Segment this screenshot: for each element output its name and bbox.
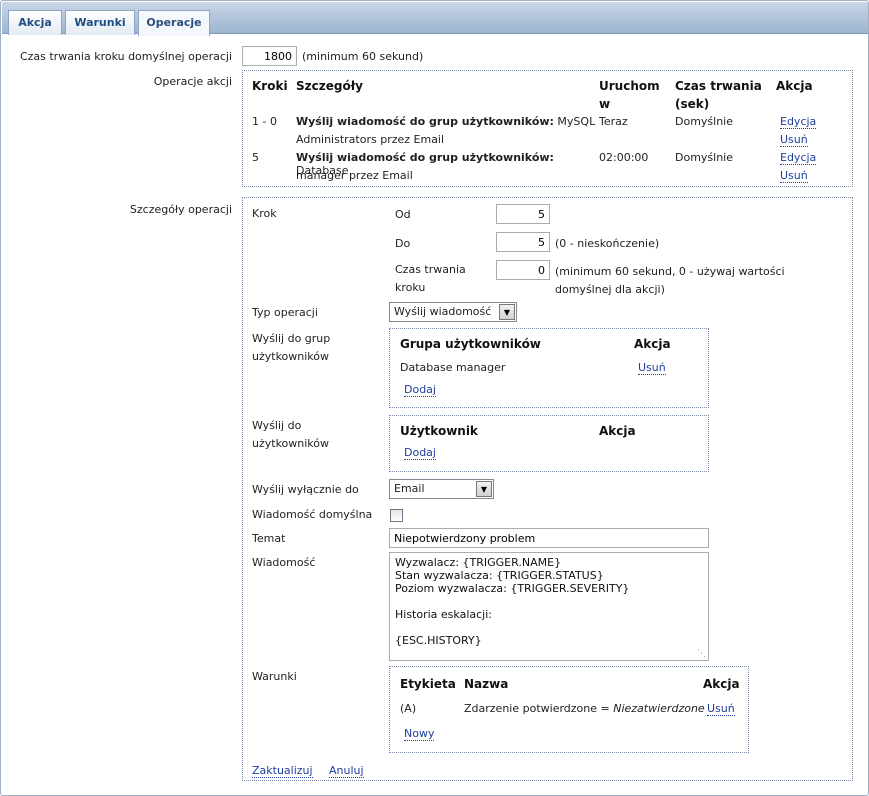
tab-bar: Akcja Warunki Operacje: [2, 2, 868, 36]
step-duration-label: Czas trwania: [395, 263, 466, 276]
cond-row-tag: (A): [400, 702, 417, 715]
col-duration-header: Czas trwania: [675, 79, 762, 93]
tab-warunki[interactable]: Warunki: [65, 10, 135, 35]
op-type-value: Wyślij wiadomość: [394, 305, 492, 318]
col-duration-header-2: (sek): [675, 97, 710, 111]
default-step-label: Czas trwania kroku domyślnej operacji: [19, 50, 232, 63]
cond-row-name: Zdarzenie potwierdzone = Niezatwierdzone: [464, 702, 705, 715]
op-row-1-duration: Domyślnie: [675, 115, 734, 128]
window-frame: Akcja Warunki Operacje Czas trwania krok…: [0, 0, 869, 796]
users-add-link[interactable]: Dodaj: [404, 446, 436, 460]
col-start-header: Uruchom: [599, 79, 660, 93]
cond-row-name-text: Zdarzenie potwierdzone =: [464, 702, 610, 715]
col-details-header: Szczegóły: [296, 79, 363, 93]
users-header: Użytkownik: [400, 424, 478, 438]
step-duration-hint-2: domyślnej dla akcji): [555, 283, 665, 296]
dropdown-arrow-icon: ▼: [499, 304, 515, 320]
default-step-input[interactable]: [242, 46, 297, 66]
op-row-2-remove-link[interactable]: Usuń: [780, 169, 808, 183]
op-row-2-duration: Domyślnie: [675, 151, 734, 164]
from-input[interactable]: [496, 204, 550, 224]
col-start-header-2: w: [599, 97, 611, 111]
cond-new-link[interactable]: Nowy: [404, 727, 435, 741]
details-label: Szczegóły operacji: [129, 203, 232, 216]
conditions-label: Warunki: [252, 670, 297, 683]
step-duration-input[interactable]: [496, 260, 550, 280]
subject-input[interactable]: [389, 528, 709, 548]
conditions-table: Etykieta Nazwa Akcja (A) Zdarzenie potwi…: [389, 666, 749, 753]
op-row-1-details: Wyślij wiadomość do grup użytkowników: M…: [296, 115, 596, 128]
groups-action-header: Akcja: [634, 337, 671, 351]
tab-akcja[interactable]: Akcja: [8, 10, 62, 35]
send-groups-label-2: użytkowników: [252, 350, 330, 363]
op-row-1-steps: 1 - 0: [252, 115, 277, 128]
step-duration-hint: (minimum 60 sekund, 0 - używaj wartości: [555, 265, 785, 278]
cond-tag-header: Etykieta: [400, 677, 456, 691]
message-textarea[interactable]: Wyzwalacz: {TRIGGER.NAME} Stan wyzwalacz…: [389, 552, 709, 661]
default-step-hint: (minimum 60 sekund): [302, 50, 424, 63]
op-row-1-start: Teraz: [599, 115, 628, 128]
subject-label: Temat: [252, 532, 286, 545]
send-only-select[interactable]: Email ▼: [389, 479, 494, 499]
op-row-2-steps: 5: [252, 151, 259, 164]
group-row-name: Database manager: [400, 361, 506, 374]
user-groups-table: Grupa użytkowników Akcja Database manage…: [389, 328, 709, 408]
send-users-label: Wyślij do: [252, 419, 302, 432]
message-label: Wiadomość: [252, 556, 316, 569]
op-row-1-details-target: MySQL: [553, 115, 596, 128]
to-hint: (0 - nieskończenie): [555, 237, 660, 250]
cond-remove-link[interactable]: Usuń: [707, 702, 735, 716]
op-row-1-details-type: Wyślij wiadomość do grup użytkowników:: [296, 115, 554, 128]
groups-header: Grupa użytkowników: [400, 337, 541, 351]
op-row-1-remove-link[interactable]: Usuń: [780, 133, 808, 147]
to-label: Do: [395, 237, 411, 250]
operations-label: Operacje akcji: [153, 75, 232, 88]
op-row-2-details-type: Wyślij wiadomość do grup użytkowników:: [296, 151, 554, 164]
send-only-value: Email: [394, 482, 425, 495]
from-label: Od: [395, 208, 411, 221]
send-only-label: Wyślij wyłącznie do: [252, 483, 359, 496]
op-row-1-details-line2: Administrators przez Email: [296, 133, 445, 146]
tab-operacje[interactable]: Operacje: [138, 10, 210, 36]
operation-details-box: Krok Od Do (0 - nieskończenie) Czas trwa…: [242, 197, 853, 781]
dropdown-arrow-icon: ▼: [476, 481, 492, 497]
op-type-label: Typ operacji: [252, 306, 318, 319]
op-type-select[interactable]: Wyślij wiadomość ▼: [389, 302, 517, 322]
default-msg-checkbox[interactable]: [390, 509, 403, 522]
update-link[interactable]: Zaktualizuj: [252, 764, 313, 778]
col-steps-header: Kroki: [252, 79, 288, 93]
op-row-1-edit-link[interactable]: Edycja: [780, 115, 817, 129]
op-row-2-edit-link[interactable]: Edycja: [780, 151, 817, 165]
cond-action-header: Akcja: [703, 677, 740, 691]
send-users-label-2: użytkowników: [252, 437, 330, 450]
op-row-2-start: 02:00:00: [599, 151, 649, 164]
cancel-link[interactable]: Anuluj: [329, 764, 364, 778]
step-label: Krok: [252, 207, 277, 220]
col-action-header: Akcja: [776, 79, 813, 93]
default-msg-label: Wiadomość domyślna: [252, 508, 373, 521]
resize-grip-icon[interactable]: ⋱: [697, 649, 707, 659]
operations-table: Kroki Szczegóły Uruchom w Czas trwania (…: [242, 70, 853, 187]
users-action-header: Akcja: [599, 424, 636, 438]
users-table: Użytkownik Akcja Dodaj: [389, 415, 709, 472]
to-input[interactable]: [496, 232, 550, 252]
cond-name-header: Nazwa: [464, 677, 509, 691]
step-duration-label-2: kroku: [395, 281, 426, 294]
op-row-2-details-line2: manager przez Email: [296, 169, 413, 182]
send-groups-label: Wyślij do grup: [252, 332, 331, 345]
groups-add-link[interactable]: Dodaj: [404, 383, 436, 397]
cond-row-value: Niezatwierdzone: [613, 702, 705, 715]
group-remove-link[interactable]: Usuń: [638, 361, 666, 375]
